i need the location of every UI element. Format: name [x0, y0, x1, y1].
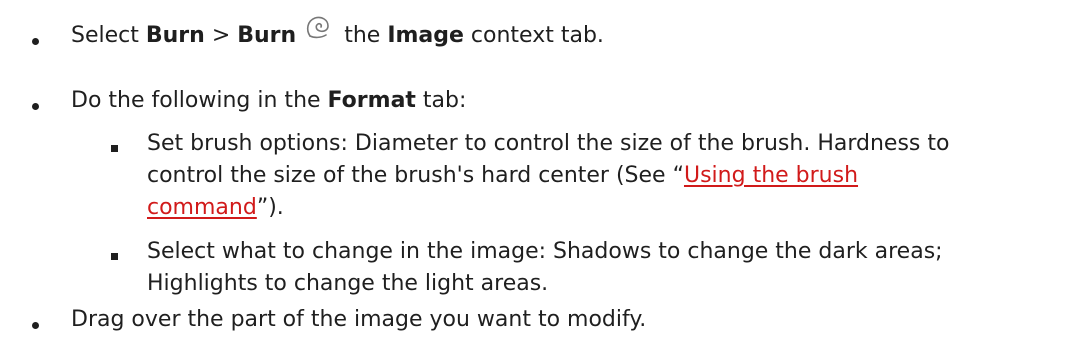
substep-brush-options-line3: command”). — [147, 195, 284, 220]
bullet-dot — [32, 103, 39, 110]
burn-icon — [304, 14, 332, 42]
step-format-tab: Do the following in the Format tab: — [71, 85, 466, 117]
text-gt: > — [204, 23, 238, 48]
text-burn-2: Burn — [237, 23, 297, 48]
text-format: Format — [327, 88, 416, 113]
substep-brush-options-line1: Set brush options: Diameter to control t… — [147, 131, 950, 156]
text-context-tab: context tab. — [463, 23, 604, 48]
document-page: Select Burn > Burn the Image context tab… — [0, 0, 1078, 360]
text-the: the — [344, 23, 388, 48]
text-select: Select — [71, 23, 146, 48]
text-do-following: Do the following in the — [71, 88, 328, 113]
sub-bullet-square — [111, 253, 118, 260]
text-image: Image — [387, 23, 464, 48]
bullet-dot — [32, 322, 39, 329]
substep-select-change-line1: Select what to change in the image: Shad… — [147, 239, 943, 264]
text-tab: tab: — [415, 88, 467, 113]
step-select-burn: Select Burn > Burn the Image context tab… — [71, 16, 604, 52]
using-brush-command-link[interactable]: Using the brush — [684, 163, 858, 188]
substep-select-change-line2: Highlights to change the light areas. — [147, 271, 549, 296]
bullet-dot — [32, 38, 39, 45]
step-drag-over: Drag over the part of the image you want… — [71, 307, 647, 332]
substep-brush-options-line2: control the size of the brush's hard cen… — [147, 163, 859, 188]
using-brush-command-link-cont[interactable]: command — [147, 195, 257, 220]
sub-bullet-square — [111, 145, 118, 152]
text-burn-1: Burn — [145, 23, 205, 48]
